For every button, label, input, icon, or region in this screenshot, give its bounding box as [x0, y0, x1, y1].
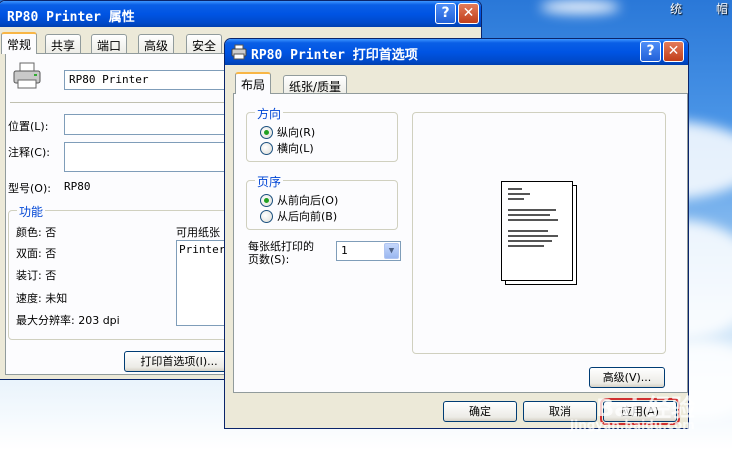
back-to-front-radio[interactable]: 从后向前(B) [260, 208, 337, 224]
ok-button[interactable]: 确定 [443, 401, 517, 422]
portrait-radio[interactable]: 纵向(R) [260, 124, 315, 140]
available-paper-label: 可用纸张 [176, 226, 220, 239]
speed-feature: 速度: 未知 [16, 292, 68, 305]
window-title: RP80 Printer 打印首选项 [251, 48, 418, 63]
duplex-feature: 双面: 否 [16, 247, 57, 260]
layout-preview [412, 112, 666, 354]
tray-text: 统 [670, 2, 683, 16]
tab-paper-quality[interactable]: 纸张/质量 [283, 75, 348, 95]
radio-indicator [260, 193, 273, 207]
tab-advanced[interactable]: 高级 [138, 34, 175, 54]
pages-per-sheet-select[interactable]: 1 ▼ [336, 241, 401, 261]
chevron-down-icon[interactable]: ▼ [384, 243, 399, 259]
window-title: RP80 Printer 属性 [7, 10, 135, 25]
back-to-front-label: 从后向前(B) [277, 210, 338, 223]
close-button[interactable]: ✕ [458, 3, 479, 24]
text-line [508, 235, 558, 237]
printing-preferences-window: RP80 Printer 打印首选项 ? ✕ 布局 纸张/质量 方向 纵向(R)… [224, 38, 689, 429]
cloud [540, 0, 620, 14]
color-feature: 颜色: 否 [16, 226, 57, 239]
radio-indicator [260, 141, 273, 155]
printer-name-value: RP80 Printer [69, 73, 149, 86]
printer-icon [12, 62, 42, 90]
features-title: 功能 [17, 203, 46, 220]
radio-indicator [260, 125, 273, 139]
text-line [508, 188, 522, 190]
text-line [508, 240, 552, 242]
model-label: 型号(O): [8, 182, 51, 195]
printing-preferences-button[interactable]: 打印首选项(I)... [124, 351, 234, 372]
text-line [508, 219, 558, 221]
model-value: RP80 [64, 180, 91, 193]
tab-sharing[interactable]: 共享 [45, 34, 82, 54]
title-bar[interactable]: RP80 Printer 属性 ? ✕ [0, 1, 481, 27]
resolution-feature: 最大分辨率: 203 dpi [16, 314, 120, 327]
orientation-title: 方向 [255, 105, 284, 122]
close-button[interactable]: ✕ [663, 41, 684, 62]
landscape-label: 横向(L) [277, 142, 314, 155]
page-preview [501, 181, 573, 281]
page-order-title: 页序 [255, 173, 284, 190]
help-button[interactable]: ? [640, 41, 661, 62]
layout-panel: 方向 纵向(R) 横向(L) 页序 从前向后(O) 从后向前(B) 每张纸打印的… [233, 93, 688, 393]
tab-ports[interactable]: 端口 [91, 34, 128, 54]
front-to-back-label: 从前向后(O) [277, 194, 339, 207]
portrait-label: 纵向(R) [277, 126, 316, 139]
help-button[interactable]: ? [435, 3, 456, 24]
watermark-url: jingyan.baidu.com [570, 418, 695, 432]
text-line [508, 245, 544, 247]
text-line [508, 198, 524, 200]
paper-list-item[interactable]: Printer [179, 243, 225, 256]
landscape-radio[interactable]: 横向(L) [260, 140, 314, 156]
radio-indicator [260, 209, 273, 223]
staple-feature: 装订: 否 [16, 269, 57, 282]
pages-per-sheet-label: 页数(S): [248, 253, 290, 266]
tab-security[interactable]: 安全 [186, 34, 223, 54]
text-line [508, 193, 530, 195]
printer-icon [231, 44, 247, 60]
title-bar[interactable]: RP80 Printer 打印首选项 ? ✕ [225, 39, 688, 65]
advanced-button[interactable]: 高级(V)... [589, 367, 665, 388]
tab-layout[interactable]: 布局 [235, 72, 272, 94]
comment-label: 注释(C): [8, 146, 50, 159]
location-label: 位置(L): [8, 120, 49, 133]
text-line [508, 230, 548, 232]
text-line [508, 214, 550, 216]
pages-per-sheet-value: 1 [341, 244, 348, 257]
front-to-back-radio[interactable]: 从前向后(O) [260, 192, 338, 208]
text-line [508, 209, 556, 211]
tray-text: 帽 [716, 2, 729, 16]
tab-general[interactable]: 常规 [1, 32, 38, 54]
